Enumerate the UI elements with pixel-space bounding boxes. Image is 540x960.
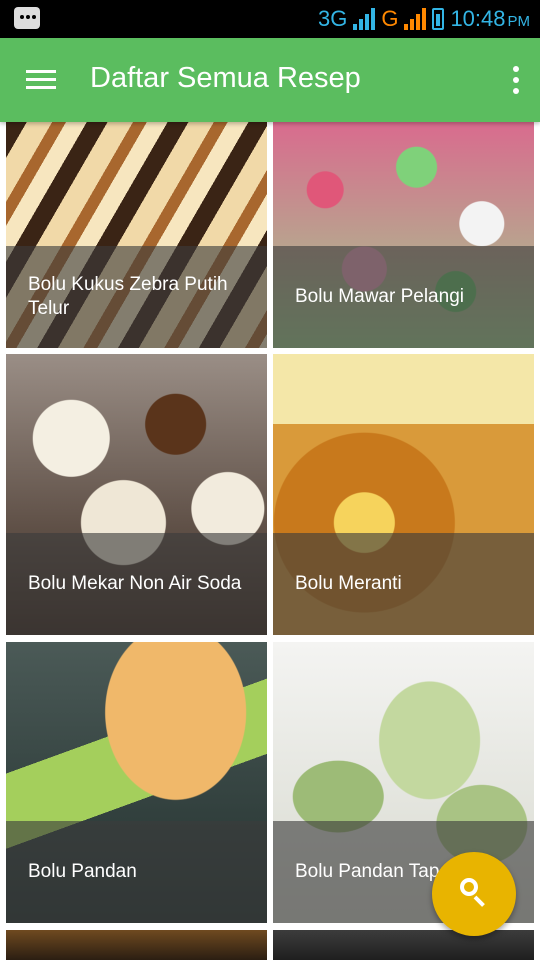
recipe-card[interactable] [273, 930, 534, 960]
signal-strength-icon [353, 8, 376, 30]
recipe-title: Bolu Mekar Non Air Soda [28, 573, 242, 594]
recipe-title: Bolu Kukus Zebra Putih Telur [28, 274, 228, 319]
battery-icon [432, 8, 445, 30]
hamburger-menu-icon[interactable] [24, 66, 58, 94]
recipe-card[interactable]: Bolu Meranti [273, 354, 534, 635]
recipe-card[interactable]: Bolu Kukus Zebra Putih Telur [6, 122, 267, 348]
network-type-1: 3G [317, 6, 348, 31]
app-bar: Daftar Semua Resep [0, 38, 540, 122]
clock: 10:48 PM [450, 6, 530, 31]
page-title: Daftar Semua Resep [90, 62, 361, 94]
network-type-2: G [381, 6, 399, 31]
search-fab-button[interactable] [432, 852, 516, 936]
recipe-card[interactable]: Bolu Pandan [6, 642, 267, 923]
recipe-card[interactable]: Bolu Mawar Pelangi [273, 122, 534, 348]
recipe-title: Bolu Mawar Pelangi [295, 286, 464, 307]
recipe-title: Bolu Pandan [28, 861, 137, 882]
recipe-card[interactable]: Bolu Mekar Non Air Soda [6, 354, 267, 635]
recipe-card[interactable] [6, 930, 267, 960]
recipe-title: Bolu Meranti [295, 573, 402, 594]
signal-strength-2-icon [404, 8, 427, 30]
status-bar: 3G G 10:48 PM [0, 0, 540, 38]
bbm-notification-icon [14, 7, 40, 29]
recipe-grid[interactable]: Bolu Kukus Zebra Putih Telur Bolu Mawar … [0, 122, 540, 960]
more-vert-icon[interactable] [508, 64, 524, 96]
